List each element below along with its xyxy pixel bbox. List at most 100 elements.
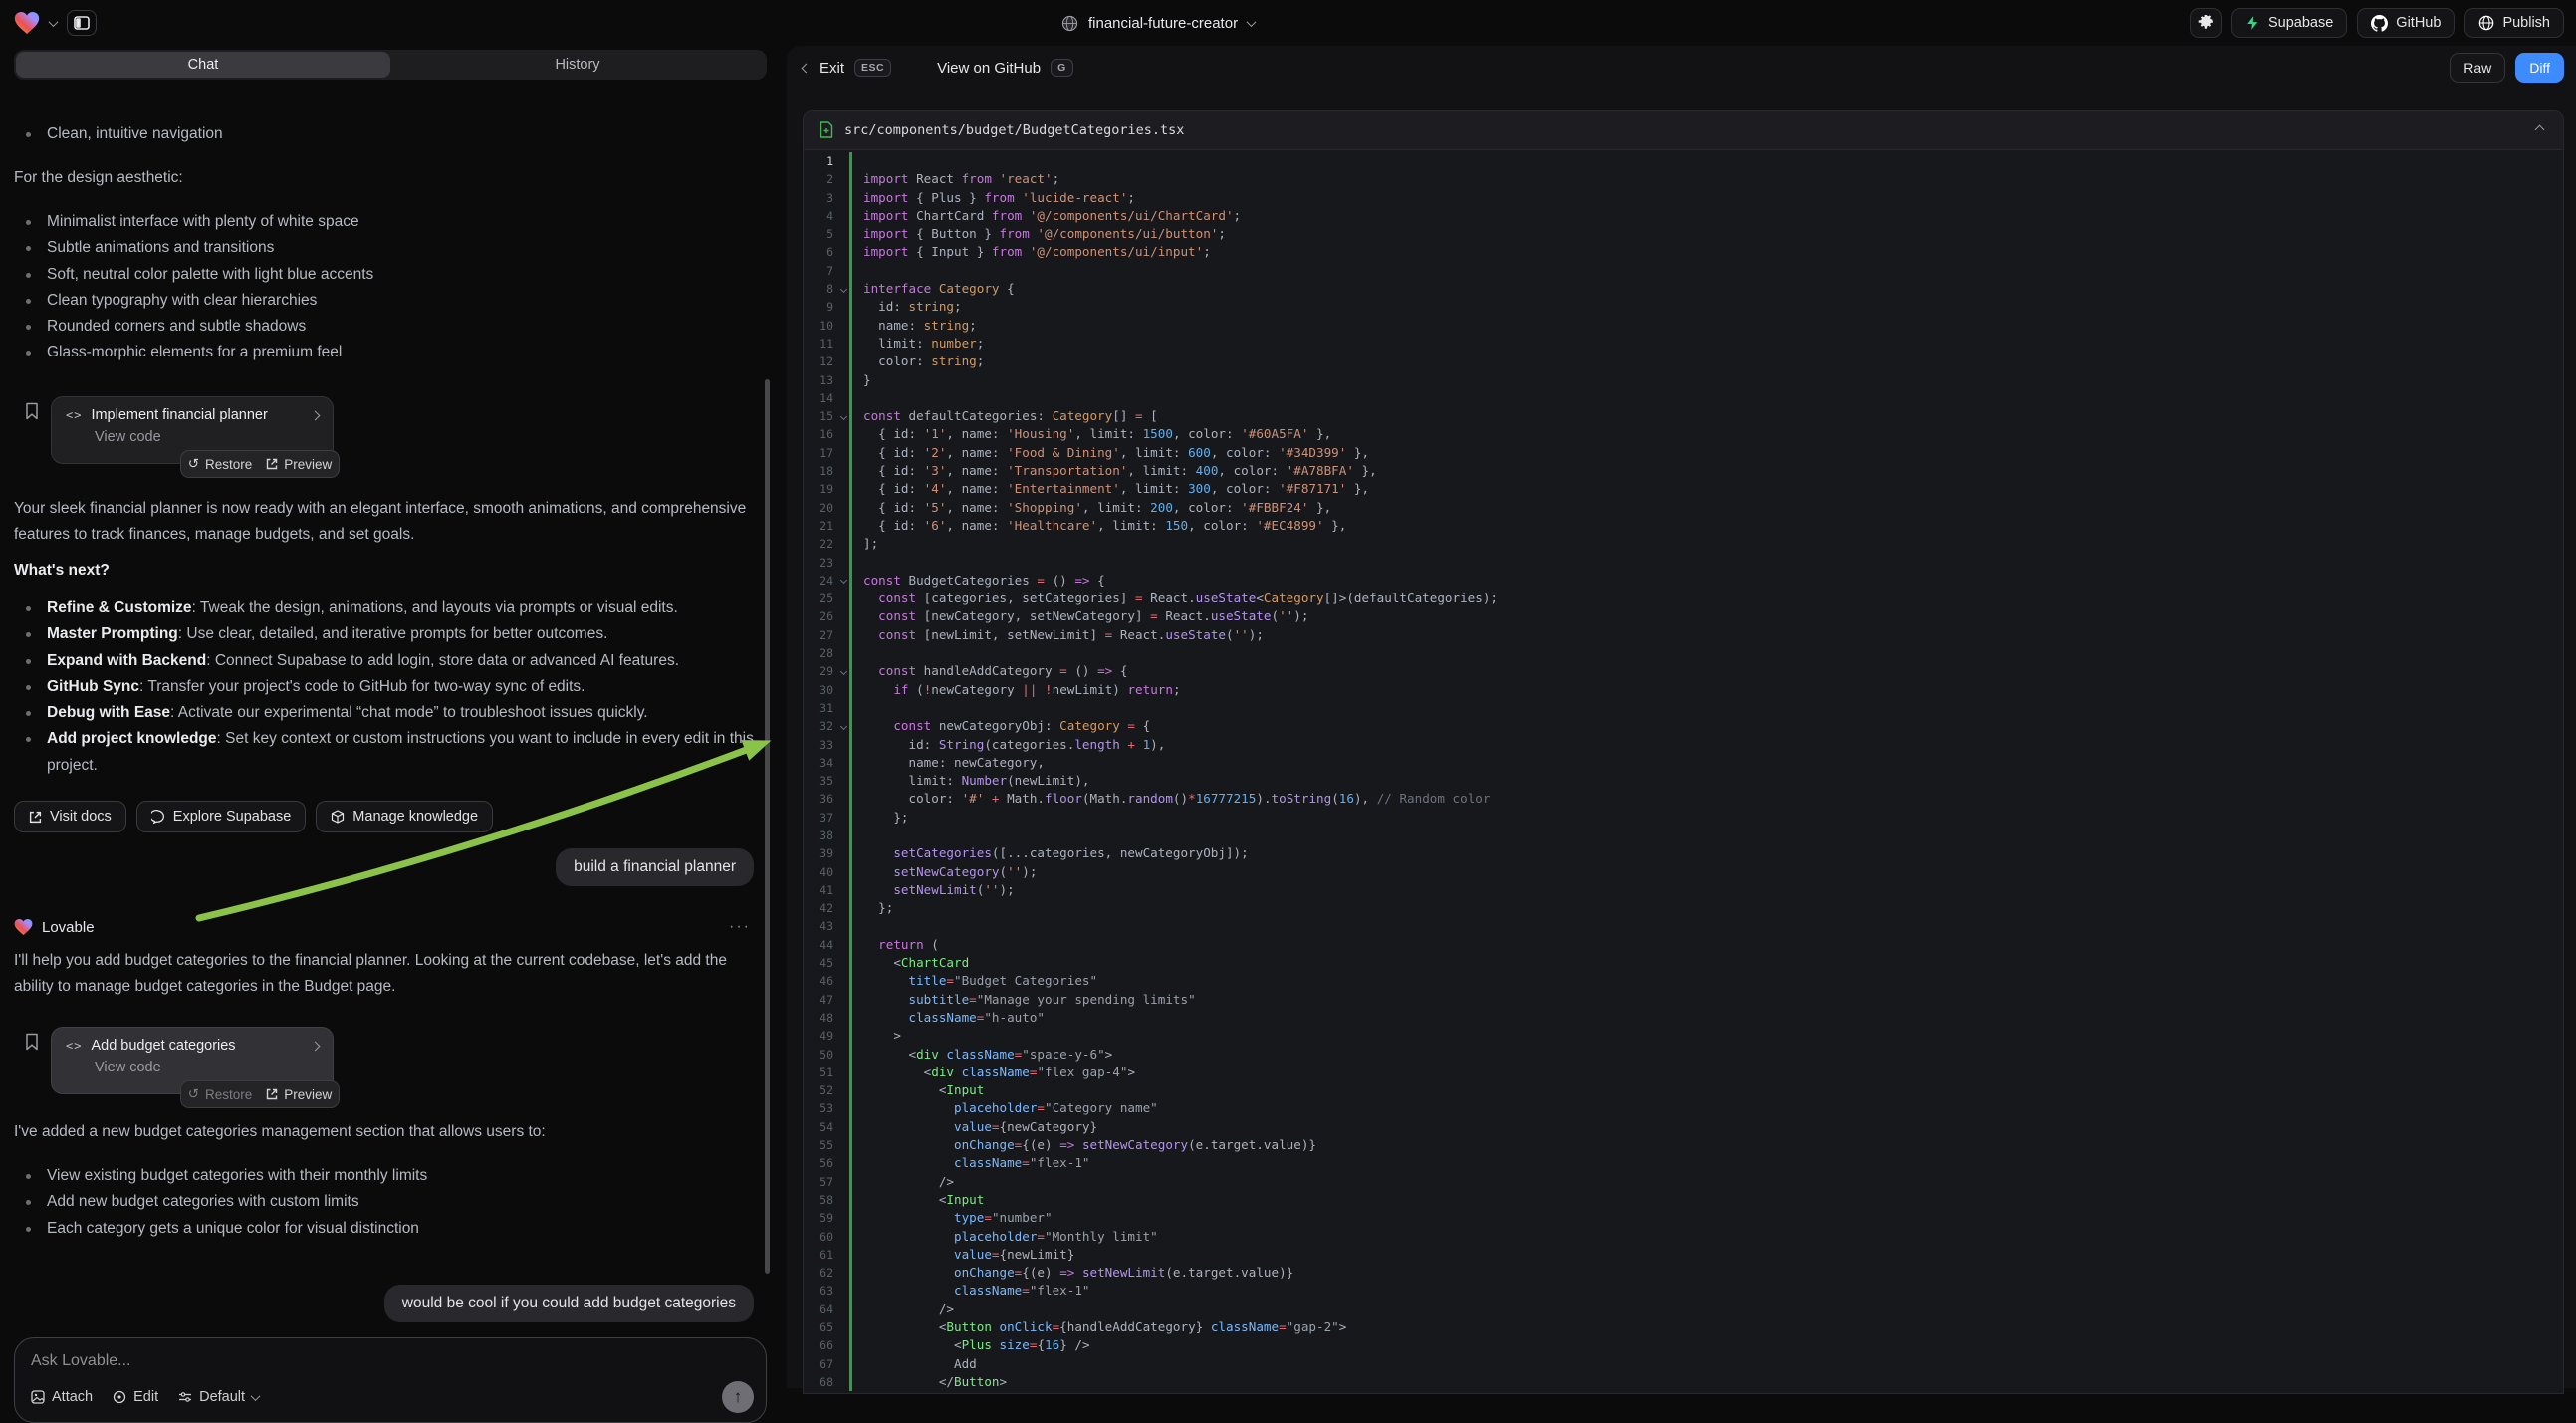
line-number: 1 (804, 152, 837, 170)
project-switcher[interactable]: financial-future-creator (1061, 0, 1255, 46)
list-item: Subtle animations and transitions (14, 235, 765, 261)
view-code-link[interactable]: View code (95, 429, 319, 445)
line-number: 37 (804, 809, 837, 827)
raw-toggle-button[interactable]: Raw (2450, 53, 2505, 83)
manage-knowledge-button[interactable]: Manage knowledge (316, 801, 493, 832)
edit-button[interactable]: Edit (113, 1389, 158, 1405)
line-number: 14 (804, 389, 837, 407)
bookmark-icon[interactable] (25, 1033, 39, 1051)
line-number: 49 (804, 1027, 837, 1045)
prompt-input[interactable] (31, 1352, 750, 1370)
fold-spacer (837, 899, 849, 917)
version-card-title: Add budget categories (91, 1038, 303, 1054)
message-menu-button[interactable]: ··· (729, 918, 751, 936)
attach-button[interactable]: Attach (31, 1389, 93, 1405)
bookmark-icon[interactable] (25, 402, 39, 420)
preview-button[interactable]: Preview (266, 457, 332, 472)
collapse-file-button[interactable] (2532, 122, 2547, 137)
mode-selector[interactable]: Default (178, 1389, 259, 1405)
line-number: 30 (804, 681, 837, 699)
publish-button[interactable]: Publish (2464, 8, 2564, 38)
code-icon: <> (66, 1039, 82, 1053)
manage-knowledge-label: Manage knowledge (352, 809, 478, 825)
line-number: 27 (804, 626, 837, 644)
view-on-github-button[interactable]: View on GitHub (937, 60, 1041, 77)
code-line: 44 return ( (804, 936, 2563, 954)
line-number: 22 (804, 535, 837, 553)
code-line: 11 limit: number; (804, 335, 2563, 353)
code-line: 20 { id: '5', name: 'Shopping', limit: 2… (804, 499, 2563, 517)
code-line: 14 (804, 389, 2563, 407)
fold-toggle-icon[interactable] (837, 407, 849, 425)
code-viewer-panel: Exit ESC View on GitHub G Raw Diff src/c… (787, 46, 2576, 1388)
code-line: 39 setCategories([...categories, newCate… (804, 844, 2563, 862)
code-line: 61 value={newLimit} (804, 1246, 2563, 1264)
exit-button[interactable]: Exit (820, 60, 844, 77)
fold-spacer (837, 1318, 849, 1336)
diff-toggle-button[interactable]: Diff (2515, 53, 2564, 83)
fold-spacer (837, 371, 849, 389)
tab-history[interactable]: History (390, 52, 765, 78)
added-paragraph: I've added a new budget categories manag… (14, 1119, 765, 1145)
line-number: 20 (804, 499, 837, 517)
fold-spacer (837, 1081, 849, 1099)
file-path: src/components/budget/BudgetCategories.t… (844, 122, 1184, 138)
list-item: Clean typography with clear hierarchies (14, 288, 765, 314)
workspace-chevron-down-icon[interactable] (49, 17, 59, 27)
line-number: 61 (804, 1246, 837, 1264)
code-line: 5import { Button } from '@/components/ui… (804, 225, 2563, 243)
tab-chat[interactable]: Chat (16, 52, 390, 78)
fold-toggle-icon[interactable] (837, 662, 849, 680)
code-line: 55 onChange={(e) => setNewCategory(e.tar… (804, 1136, 2563, 1154)
visit-docs-button[interactable]: Visit docs (14, 801, 126, 832)
quick-actions-row: Visit docs Explore Supabase Manage knowl… (14, 801, 493, 832)
code-line: 62 onChange={(e) => setNewLimit(e.target… (804, 1264, 2563, 1282)
preview-button[interactable]: Preview (266, 1087, 332, 1102)
fold-spacer (837, 644, 849, 662)
edit-label: Edit (133, 1389, 158, 1405)
list-item: Debug with Ease: Activate our experiment… (14, 700, 765, 726)
lovable-logo-heart-icon[interactable] (14, 11, 40, 35)
send-button[interactable]: ↑ (722, 1381, 754, 1413)
restore-button[interactable]: ↺ Restore (188, 456, 253, 472)
ready-paragraph: Your sleek financial planner is now read… (14, 496, 765, 548)
line-number: 57 (804, 1173, 837, 1191)
sidebar-toggle-button[interactable] (67, 10, 97, 36)
attach-image-icon (31, 1390, 45, 1404)
supabase-button[interactable]: Supabase (2231, 8, 2347, 38)
line-number: 45 (804, 954, 837, 972)
code-icon: <> (66, 408, 82, 422)
fold-toggle-icon[interactable] (837, 717, 849, 735)
line-number: 5 (804, 225, 837, 243)
line-number: 43 (804, 917, 837, 935)
fold-toggle-icon[interactable] (837, 280, 849, 298)
fold-toggle-icon[interactable] (837, 572, 849, 590)
list-item: Soft, neutral color palette with light b… (14, 262, 765, 288)
line-number: 38 (804, 827, 837, 844)
file-header[interactable]: src/components/budget/BudgetCategories.t… (804, 111, 2563, 150)
fold-spacer (837, 827, 849, 844)
explore-supabase-label: Explore Supabase (173, 809, 292, 825)
line-number: 42 (804, 899, 837, 917)
github-button[interactable]: GitHub (2357, 8, 2455, 38)
chat-scrollbar[interactable] (765, 379, 770, 1274)
explore-supabase-button[interactable]: Explore Supabase (136, 801, 307, 832)
file-added-icon (820, 121, 833, 138)
line-number: 46 (804, 972, 837, 990)
code-line: 28 (804, 644, 2563, 662)
code-line: 41 setNewLimit(''); (804, 881, 2563, 899)
list-item: Rounded corners and subtle shadows (14, 314, 765, 340)
whats-next-heading: What's next? (14, 562, 765, 580)
chevron-right-icon (311, 1041, 321, 1051)
preview-label: Preview (284, 1087, 332, 1102)
code-line: 33 id: String(categories.length + 1), (804, 736, 2563, 754)
fold-spacer (837, 152, 849, 170)
restore-button[interactable]: ↺ Restore (188, 1086, 253, 1102)
line-number: 56 (804, 1154, 837, 1172)
attach-label: Attach (52, 1389, 93, 1405)
view-code-link[interactable]: View code (95, 1060, 319, 1075)
fold-spacer (837, 936, 849, 954)
settings-button[interactable] (2190, 8, 2222, 38)
list-item: Minimalist interface with plenty of whit… (14, 209, 765, 235)
code-line: 21 { id: '6', name: 'Healthcare', limit:… (804, 517, 2563, 535)
